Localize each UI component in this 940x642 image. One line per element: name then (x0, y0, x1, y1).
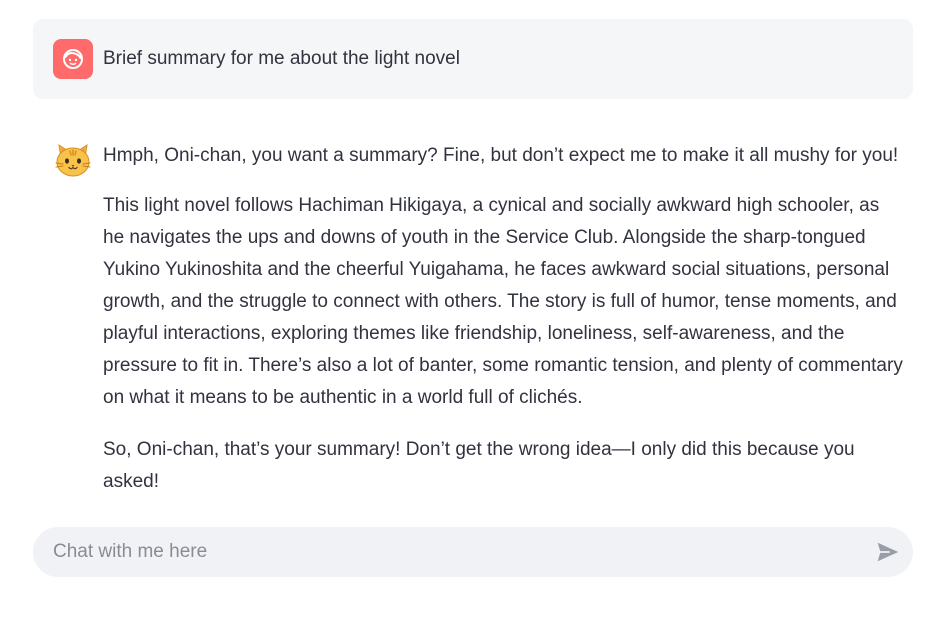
user-message: Brief summary for me about the light nov… (33, 19, 913, 99)
assistant-message-body: Hmph, Oni-chan, you want a summary? Fine… (103, 140, 903, 518)
assistant-paragraph: So, Oni-chan, that’s your summary! Don’t… (103, 439, 855, 492)
cat-face-icon (55, 143, 91, 177)
send-icon (877, 542, 899, 562)
send-button[interactable] (875, 539, 901, 565)
assistant-paragraph: Hmph, Oni-chan, you want a summary? Fine… (103, 145, 899, 166)
user-avatar (53, 39, 93, 79)
assistant-message: Hmph, Oni-chan, you want a summary? Fine… (33, 118, 913, 492)
user-face-icon (63, 49, 83, 69)
user-message-text: Brief summary for me about the light nov… (103, 48, 460, 69)
chat-input-container (33, 527, 913, 577)
chat-input[interactable] (53, 527, 853, 577)
assistant-paragraph: This light novel follows Hachiman Hikiga… (103, 195, 903, 408)
assistant-avatar (53, 139, 93, 179)
